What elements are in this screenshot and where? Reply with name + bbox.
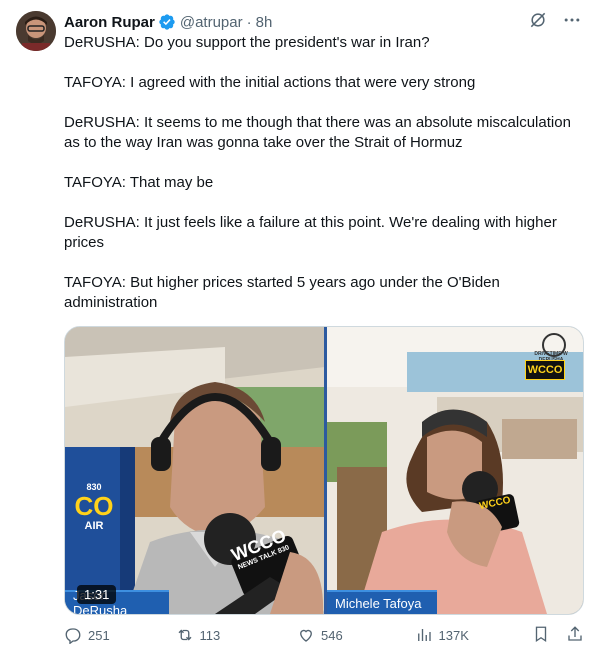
reply-icon [65, 628, 81, 644]
tweet: Aaron Rupar @atrupar · 8h DeRUSHA: Do yo… [0, 0, 598, 657]
tweet-line: DeRUSHA: Do you support the president's … [64, 34, 430, 51]
sign-label-big: CO [74, 491, 114, 521]
tweet-text: DeRUSHA: Do you support the president's … [64, 33, 584, 313]
tweet-line: TAFOYA: That may be [64, 174, 214, 191]
corner-logo: WCCO [525, 360, 565, 380]
reply-count: 251 [88, 627, 110, 643]
more-options-icon[interactable] [562, 10, 582, 35]
separator-dot: · [246, 13, 252, 31]
video-player[interactable]: 830 CO AIR WCCO NEWS TALK 830 Jason DeRu… [64, 326, 584, 615]
heart-icon [300, 629, 312, 642]
reply-button[interactable]: 251 [64, 626, 176, 644]
tweet-line: DeRUSHA: It just feels like a failure at… [64, 214, 557, 251]
tweet-line: TAFOYA: I agreed with the initial action… [64, 74, 476, 91]
video-pane-right: DRIVETIME W DERUSHA WCCO WCCO Michele Ta… [327, 327, 583, 614]
video-pane-left: 830 CO AIR WCCO NEWS TALK 830 Jason DeRu… [65, 327, 325, 614]
views-count: 137K [438, 627, 469, 643]
views-chart-icon [417, 629, 431, 641]
repost-button[interactable]: 113 [176, 626, 297, 644]
author-name[interactable]: Aaron Rupar [64, 14, 155, 31]
video-duration: 1:31 [77, 585, 117, 604]
share-icon[interactable] [566, 625, 584, 646]
repost-count: 113 [199, 627, 221, 643]
tweet-line: TAFOYA: But higher prices started 5 year… [64, 274, 500, 311]
timestamp-link[interactable]: 8h [256, 14, 273, 31]
repost-icon [178, 629, 191, 641]
name-tag-right: Michele Tafoya [327, 590, 437, 614]
like-button[interactable]: 546 [297, 626, 415, 644]
tweet-header: Aaron Rupar @atrupar · 8h [64, 11, 582, 33]
grok-icon[interactable] [528, 10, 548, 35]
views-button[interactable]: 137K [415, 626, 533, 644]
bookmark-icon[interactable] [532, 625, 550, 646]
jason-derusha-frame [65, 327, 325, 614]
verified-badge-icon [158, 13, 176, 31]
author-handle[interactable]: @atrupar [180, 14, 243, 31]
like-count: 546 [321, 627, 343, 643]
sign-label-bottom: AIR [84, 520, 104, 532]
avatar[interactable] [16, 11, 56, 51]
tweet-line: DeRUSHA: It seems to me though that ther… [64, 114, 571, 151]
tweet-actions: 251 113 546 137K [64, 622, 584, 648]
